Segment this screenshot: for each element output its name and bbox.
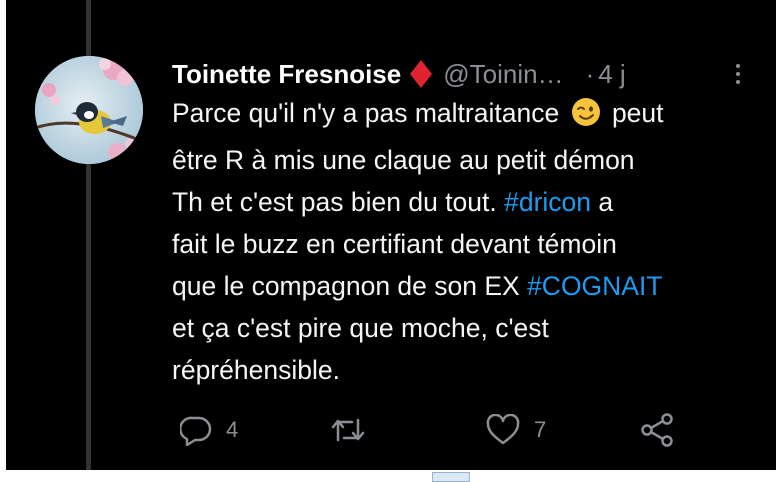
tweet-text-line: que le compagnon de son EX #COGNAIT [172, 265, 768, 307]
tweet-text-segment: que le compagnon de son EX [172, 271, 528, 301]
tweet-text-line: être R à mis une claque au petit démon [172, 139, 768, 181]
separator-dot: · [585, 58, 595, 89]
heart-icon [486, 414, 520, 445]
reply-count: 4 [226, 417, 239, 442]
author-name[interactable]: Toinette Fresnoise [172, 59, 401, 90]
winking-face-icon [571, 97, 601, 139]
avatar-bird-image [35, 56, 143, 164]
retweet-icon [331, 418, 365, 442]
action-bar: 4 7 [180, 410, 700, 450]
partial-control [432, 472, 470, 482]
tweet-text: Parce qu'il n'y a pas maltraitance peut ê… [172, 92, 768, 391]
like-button[interactable]: 7 [486, 410, 546, 450]
tweet-text-line: Parce qu'il n'y a pas maltraitance peut [172, 92, 768, 139]
tweet-header: Toinette Fresnoise @Toinin… · 4 j [172, 56, 756, 92]
hashtag-link[interactable]: #dricon [504, 187, 591, 217]
tweet-text-segment: fait le buzz en certifiant devant témoin [172, 229, 617, 259]
tweet-text-line: et ça c'est pire que moche, c'est [172, 307, 768, 349]
tweet-text-line: fait le buzz en certifiant devant témoin [172, 223, 768, 265]
reply-button[interactable]: 4 [180, 410, 238, 450]
tweet-text-line: Th et c'est pas bien du tout. #dricon a [172, 181, 768, 223]
tweet-text-segment: et ça c'est pire que moche, c'est [172, 313, 549, 343]
tweet-text-segment: Th et c'est pas bien du tout. [172, 187, 505, 217]
hashtag-link[interactable]: #COGNAIT [527, 271, 662, 301]
share-icon [641, 413, 673, 447]
tweet-text-segment: être R à mis une claque au petit démon [172, 145, 635, 175]
share-button[interactable] [640, 410, 674, 450]
author-handle[interactable]: @Toinin… [443, 59, 563, 90]
tweet-card[interactable]: Toinette Fresnoise @Toinin… · 4 j Parce … [6, 0, 776, 470]
retweet-button[interactable] [330, 410, 380, 450]
tweet-text-segment: répréhensible. [172, 355, 340, 385]
red-diamond-icon [409, 59, 433, 89]
tweet-text-segment: Parce qu'il n'y a pas maltraitance [172, 98, 567, 128]
timestamp[interactable]: 4 j [598, 59, 625, 90]
like-count: 7 [534, 417, 547, 442]
tweet-text-segment: peut [604, 98, 664, 128]
tweet-text-segment: a [591, 187, 614, 217]
reply-bubble-icon [180, 416, 212, 446]
tweet-text-line: répréhensible. [172, 349, 768, 391]
avatar[interactable] [35, 56, 143, 164]
more-vertical-icon[interactable] [728, 56, 748, 92]
